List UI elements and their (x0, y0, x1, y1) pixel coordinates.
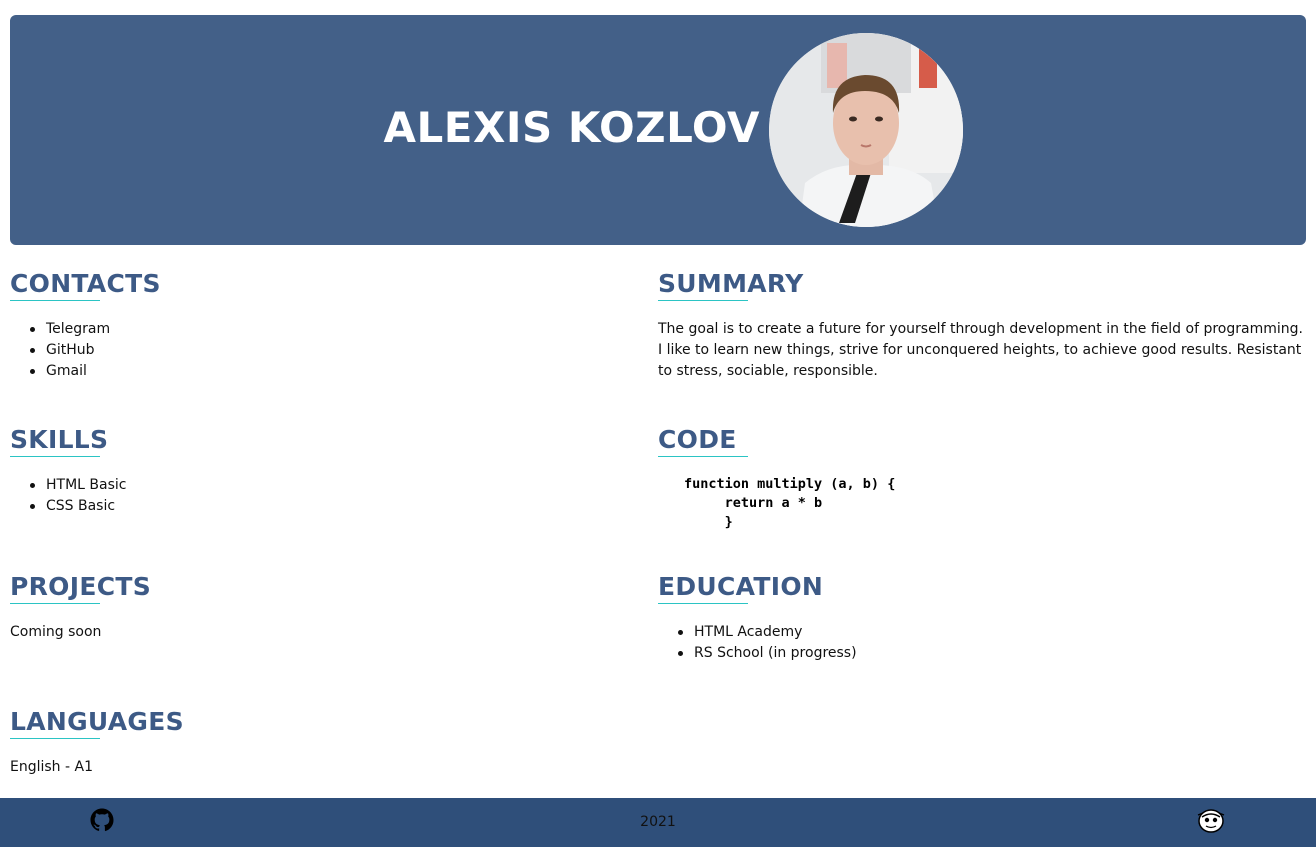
skills-list: HTML Basic CSS Basic (10, 475, 610, 517)
code-line: return a * b (684, 495, 823, 511)
skill-item: HTML Basic (10, 475, 610, 496)
projects-text: Coming soon (10, 624, 102, 640)
heading-underline (658, 300, 748, 301)
page-title: ALEXIS KOZLOV (383, 103, 760, 152)
code-section: CODE function multiply (a, b) { return a… (658, 425, 1306, 532)
header-banner: ALEXIS KOZLOV (10, 15, 1306, 245)
heading-underline (10, 603, 100, 604)
education-item: RS School (in progress) (658, 643, 1306, 664)
footer-year: 2021 (640, 814, 676, 830)
languages-text: English - A1 (10, 759, 93, 775)
contacts-list: Telegram GitHub Gmail (10, 319, 610, 382)
contact-link-telegram[interactable]: Telegram (10, 319, 610, 340)
summary-heading: SUMMARY (658, 269, 804, 298)
code-heading: CODE (658, 425, 737, 454)
heading-underline (658, 603, 748, 604)
summary-section: SUMMARY The goal is to create a future f… (658, 269, 1306, 382)
skills-heading: SKILLS (10, 425, 109, 454)
summary-text: The goal is to create a future for yours… (658, 321, 1303, 379)
footer: 2021 (0, 798, 1316, 847)
education-heading: EDUCATION (658, 572, 824, 601)
heading-underline (10, 300, 100, 301)
heading-underline (10, 456, 100, 457)
contact-link-gmail[interactable]: Gmail (10, 361, 610, 382)
skills-section: SKILLS HTML Basic CSS Basic (10, 425, 610, 517)
heading-underline (658, 456, 748, 457)
code-block: function multiply (a, b) { return a * b … (684, 475, 1306, 532)
heading-underline (10, 738, 100, 739)
avatar (769, 33, 963, 227)
projects-heading: PROJECTS (10, 572, 152, 601)
skill-item: CSS Basic (10, 496, 610, 517)
projects-section: PROJECTS Coming soon (10, 572, 610, 643)
avatar-photo (769, 33, 963, 227)
languages-section: LANGUAGES English - A1 (10, 707, 610, 778)
code-line: } (684, 514, 733, 530)
languages-heading: LANGUAGES (10, 707, 184, 736)
education-section: EDUCATION HTML Academy RS School (in pro… (658, 572, 1306, 664)
rs-school-icon[interactable] (1196, 807, 1226, 835)
contact-link-github[interactable]: GitHub (10, 340, 610, 361)
education-item: HTML Academy (658, 622, 1306, 643)
contacts-heading: CONTACTS (10, 269, 161, 298)
education-list: HTML Academy RS School (in progress) (658, 622, 1306, 664)
code-line: function multiply (a, b) { (684, 476, 896, 492)
contacts-section: CONTACTS Telegram GitHub Gmail (10, 269, 610, 382)
